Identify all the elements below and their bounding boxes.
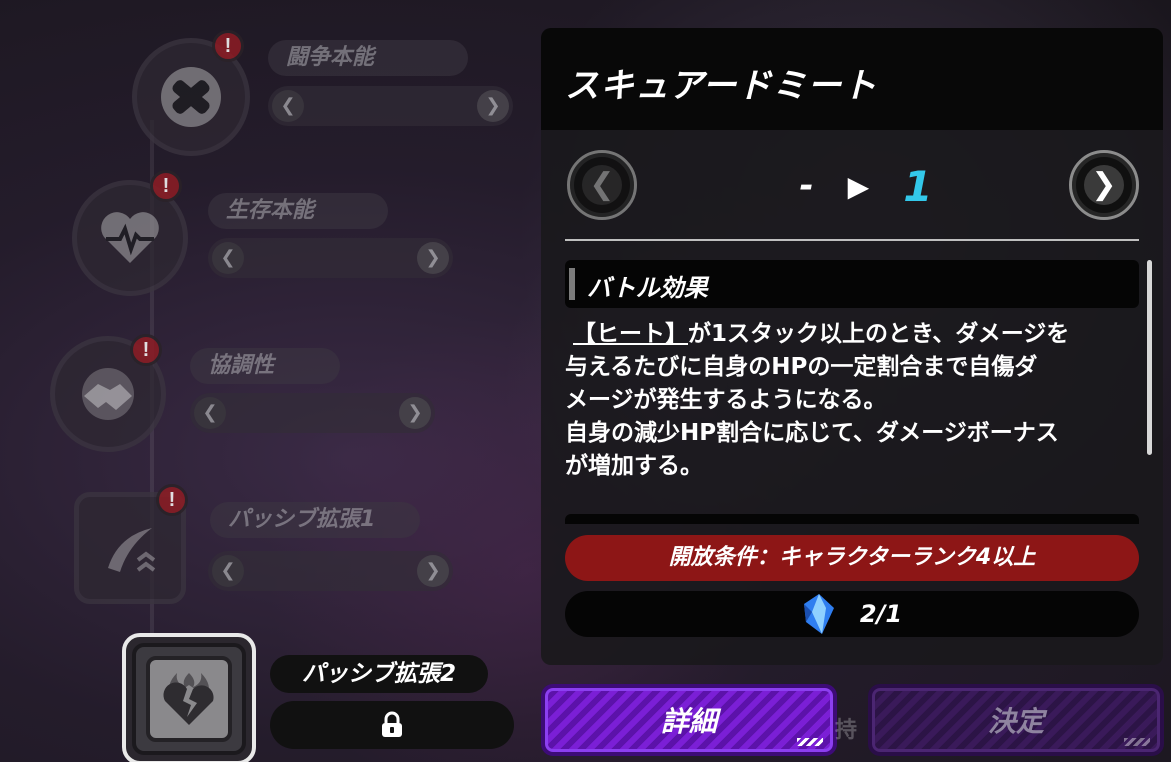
skill-node-level-bar: ❮ ❯ [268,86,513,126]
level-current: - [799,166,814,206]
play-arrow-icon: ▶ [847,169,870,203]
level-indicator: - ▶ 1 [771,161,961,211]
lock-icon [382,711,402,737]
skill-node-level-bar: ❮ ❯ [208,551,453,591]
next-section-header-peek [565,514,1139,524]
blue-crystal-icon [803,594,834,634]
prev-level-button[interactable]: ❮ [567,150,637,220]
chevron-right-icon: ❯ [477,90,509,122]
selected-skill-name: パッシブ拡張2 [270,655,488,693]
alert-badge: ! [150,170,182,202]
detail-button[interactable]: 詳細 [541,684,837,756]
skill-node-label: 闘争本能 [268,40,468,76]
section-title: バトル効果 [587,274,708,302]
skill-detail-panel: スキュアードミート ❮ - ▶ 1 ❯ バトル効果 【ヒート】が1スタック以上の… [541,28,1163,665]
decide-button[interactable]: 決定 [868,684,1164,756]
heat-keyword-link[interactable]: 【ヒート】 [573,321,688,347]
alert-badge: ! [130,334,162,366]
skill-node-label: パッシブ拡張1 [210,502,420,538]
chevron-left-icon: ❮ [582,165,622,205]
level-next: 1 [903,161,933,211]
chevron-left-icon: ❮ [272,90,304,122]
description-scrollbar[interactable] [1147,260,1152,455]
unlock-cost: 2/1 [565,591,1139,637]
selected-skill-node[interactable] [122,633,256,762]
alert-badge: ! [212,30,244,62]
background-text: 持 [835,718,858,743]
broken-heart-flame-icon [146,656,232,742]
decide-button-label: 決定 [987,705,1044,738]
cost-value: 2/1 [859,600,903,628]
skill-node-level-bar: ❮ ❯ [190,393,435,433]
skill-description[interactable]: 【ヒート】が1スタック以上のとき、ダメージを 与えるたびに自身のHPの一定割合ま… [565,318,1145,483]
alert-badge: ! [156,484,188,516]
chevron-left-icon: ❮ [212,555,244,587]
detail-button-label: 詳細 [660,705,717,738]
chevron-right-icon: ❯ [417,242,449,274]
divider [565,239,1139,241]
skill-node-label: 協調性 [190,348,340,384]
panel-header: スキュアードミート [541,28,1163,130]
chevron-right-icon: ❯ [1084,165,1124,205]
skill-node-label: 生存本能 [208,193,388,229]
next-level-button[interactable]: ❯ [1069,150,1139,220]
section-header: バトル効果 [565,260,1139,308]
chevron-left-icon: ❮ [212,242,244,274]
chevron-right-icon: ❯ [417,555,449,587]
chevron-left-icon: ❮ [194,397,226,429]
chevron-right-icon: ❯ [399,397,431,429]
skill-title: スキュアードミート [565,66,878,106]
selected-skill-lock-bar [270,701,514,749]
unlock-condition: 開放条件：キャラクターランク4以上 [565,535,1139,581]
skill-node-level-bar: ❮ ❯ [208,238,453,278]
